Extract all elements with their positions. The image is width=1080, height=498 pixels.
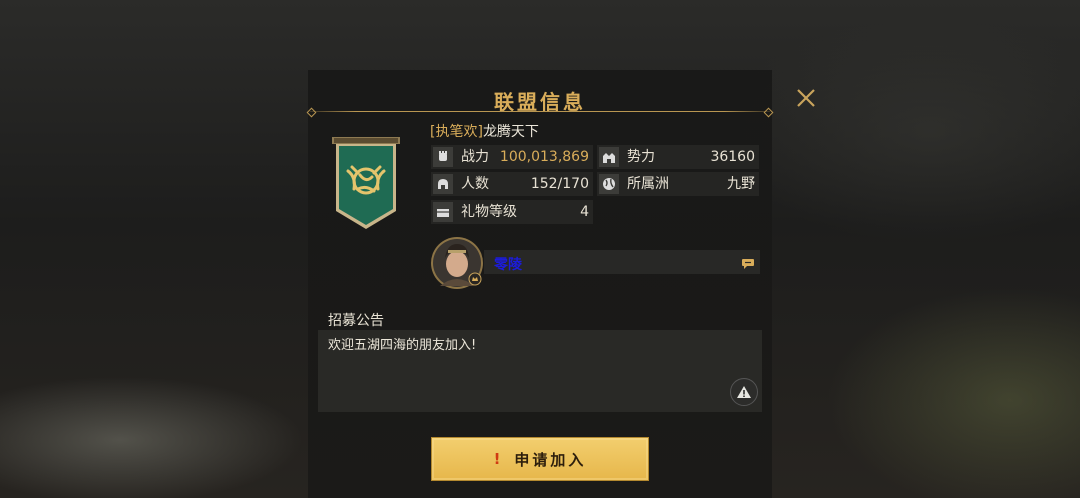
avatar-portrait-icon <box>431 237 483 289</box>
stat-gift-level: 礼物等级 4 <box>431 200 593 224</box>
stat-value: 36160 <box>710 149 755 165</box>
stat-members: 人数 152/170 <box>431 172 593 196</box>
fist-icon <box>433 147 453 167</box>
exclamation-icon: ! <box>493 450 501 468</box>
stat-value: 152/170 <box>530 176 589 192</box>
alliance-tag: [执笔欢] <box>430 124 483 140</box>
stat-value: 4 <box>580 204 589 220</box>
leader-name[interactable]: 零陵 <box>494 254 522 274</box>
warning-icon <box>737 386 751 398</box>
alliance-name: [执笔欢]龙腾天下 <box>430 121 539 141</box>
stat-label: 势力 <box>627 149 655 165</box>
stat-label: 所属洲 <box>627 176 669 192</box>
globe-icon <box>599 174 619 194</box>
alliance-banner <box>332 137 400 229</box>
close-button[interactable] <box>794 86 818 110</box>
apply-join-button[interactable]: ! 申请加入 <box>431 437 649 481</box>
stat-value: 100,013,869 <box>499 149 589 165</box>
recruitment-notice-text: 欢迎五湖四海的朋友加入! <box>328 338 477 353</box>
alliance-name-text: 龙腾天下 <box>482 124 539 140</box>
stat-label: 战力 <box>461 149 489 165</box>
recruitment-title: 招募公告 <box>328 313 384 329</box>
castle-icon <box>599 147 619 167</box>
report-button[interactable] <box>730 378 758 406</box>
alliance-info-panel <box>308 70 772 498</box>
stat-influence: 势力 36160 <box>597 145 759 169</box>
gift-icon <box>433 202 453 222</box>
stat-value: 九野 <box>727 176 755 192</box>
title-divider <box>310 111 770 112</box>
stat-label: 人数 <box>461 176 489 192</box>
leader-avatar[interactable] <box>430 236 484 290</box>
stat-combat-power: 战力 100,013,869 <box>431 145 593 169</box>
apply-join-label: 申请加入 <box>514 450 587 469</box>
helmet-icon <box>433 174 453 194</box>
stat-region: 所属洲 九野 <box>597 172 759 196</box>
chat-bubble-icon <box>742 259 754 269</box>
stat-label: 礼物等级 <box>461 204 517 220</box>
leader-bar <box>484 250 760 274</box>
chat-button[interactable] <box>741 255 755 269</box>
close-icon <box>797 89 815 107</box>
